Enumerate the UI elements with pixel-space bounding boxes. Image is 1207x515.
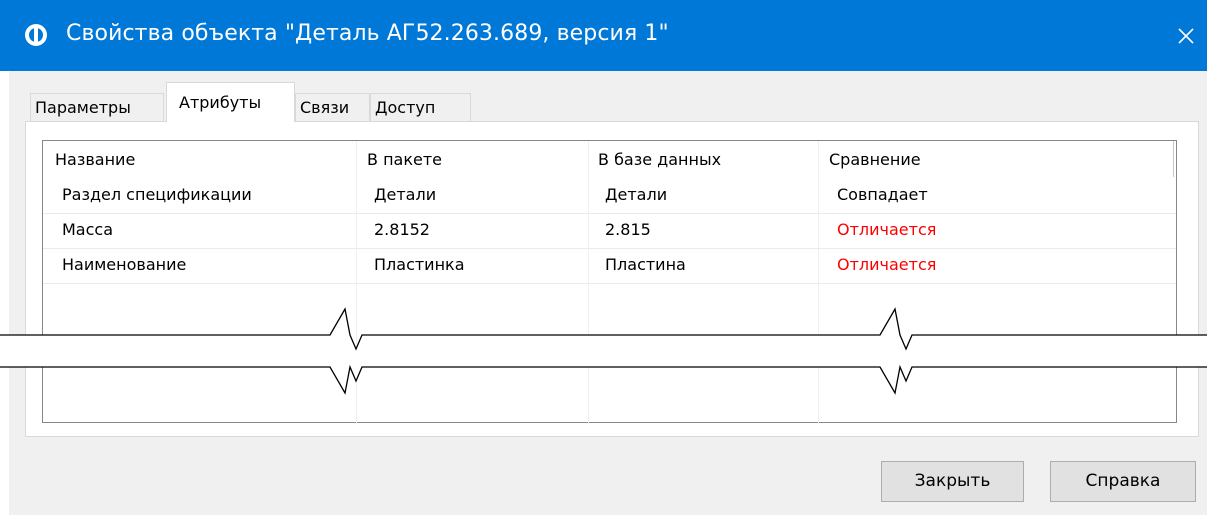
close-window-icon[interactable] (1166, 16, 1206, 56)
app-logo-icon (25, 24, 47, 46)
window-left-border (0, 0, 9, 515)
row-name: Раздел спецификации (62, 185, 252, 204)
row-package-value: Детали (374, 185, 437, 204)
tab-parameters[interactable]: Параметры (30, 93, 164, 121)
tab-attributes[interactable]: Атрибуты (166, 82, 295, 122)
column-header-package[interactable]: В пакете (367, 150, 442, 169)
column-header-name[interactable]: Название (55, 150, 135, 169)
row-package-value: 2.8152 (374, 220, 430, 239)
close-button[interactable]: Закрыть (881, 461, 1024, 502)
scrollbar-track[interactable] (1173, 141, 1174, 177)
row-comparison: Совпадает (837, 185, 928, 204)
tab-strip: Параметры Атрибуты Связи Доступ (30, 82, 1190, 122)
title-bar[interactable]: Свойства объекта "Деталь АГ52.263.689, в… (0, 0, 1207, 71)
row-comparison: Отличается (837, 220, 937, 239)
row-name: Масса (62, 220, 114, 239)
column-header-comparison[interactable]: Сравнение (829, 150, 921, 169)
image-break-marker (0, 307, 1207, 395)
row-package-value: Пластинка (374, 255, 465, 274)
column-header-database[interactable]: В базе данных (598, 150, 721, 169)
tab-links[interactable]: Связи (295, 93, 370, 121)
tab-access[interactable]: Доступ (370, 93, 471, 121)
row-database-value: Пластина (605, 255, 686, 274)
dialog-window: Свойства объекта "Деталь АГ52.263.689, в… (0, 0, 1207, 515)
help-button[interactable]: Справка (1050, 461, 1196, 502)
row-comparison: Отличается (837, 255, 937, 274)
row-name: Наименование (62, 255, 187, 274)
row-database-value: 2.815 (605, 220, 651, 239)
window-title: Свойства объекта "Деталь АГ52.263.689, в… (66, 21, 669, 46)
row-database-value: Детали (605, 185, 668, 204)
